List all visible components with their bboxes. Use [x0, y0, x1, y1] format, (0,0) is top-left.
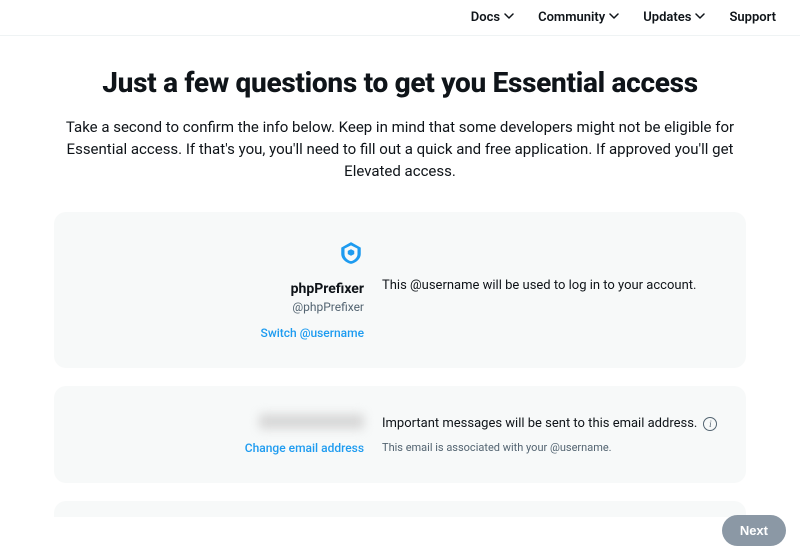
email-card-left: Change email address: [82, 414, 382, 455]
change-email-link[interactable]: Change email address: [245, 441, 364, 455]
nav-updates-label: Updates: [643, 10, 691, 25]
chevron-down-icon: [695, 10, 705, 25]
nav-support[interactable]: Support: [729, 10, 776, 25]
page-title: Just a few questions to get you Essentia…: [54, 66, 746, 99]
display-name: phpPrefixer: [291, 280, 364, 298]
page-subtitle: Take a second to confirm the info below.…: [54, 117, 746, 182]
info-icon[interactable]: i: [703, 417, 717, 431]
username-description: This @username will be used to log in to…: [382, 278, 718, 293]
nav-docs[interactable]: Docs: [471, 10, 514, 25]
username-card: phpPrefixer @phpPrefixer Switch @usernam…: [54, 212, 746, 368]
next-card-peek: [54, 501, 746, 517]
email-redacted: [259, 414, 364, 429]
username-card-right: This @username will be used to log in to…: [382, 240, 718, 293]
avatar-icon: [338, 240, 364, 270]
nav-community-label: Community: [538, 10, 605, 25]
username-card-left: phpPrefixer @phpPrefixer Switch @usernam…: [82, 240, 382, 340]
nav-docs-label: Docs: [471, 10, 500, 25]
switch-username-link[interactable]: Switch @username: [261, 326, 364, 340]
chevron-down-icon: [504, 10, 514, 25]
next-button[interactable]: Next: [722, 515, 786, 546]
user-handle: @phpPrefixer: [292, 298, 364, 316]
nav-community[interactable]: Community: [538, 10, 619, 25]
nav-updates[interactable]: Updates: [643, 10, 705, 25]
email-card: Change email address Important messages …: [54, 386, 746, 483]
email-card-right: Important messages will be sent to this …: [382, 414, 718, 454]
nav-support-label: Support: [729, 10, 776, 25]
main-content: Just a few questions to get you Essentia…: [30, 36, 770, 517]
email-description-text: Important messages will be sent to this …: [382, 416, 697, 431]
email-description: Important messages will be sent to this …: [382, 416, 718, 431]
top-nav: Docs Community Updates Support: [0, 0, 800, 36]
chevron-down-icon: [609, 10, 619, 25]
email-subdescription: This email is associated with your @user…: [382, 441, 718, 454]
